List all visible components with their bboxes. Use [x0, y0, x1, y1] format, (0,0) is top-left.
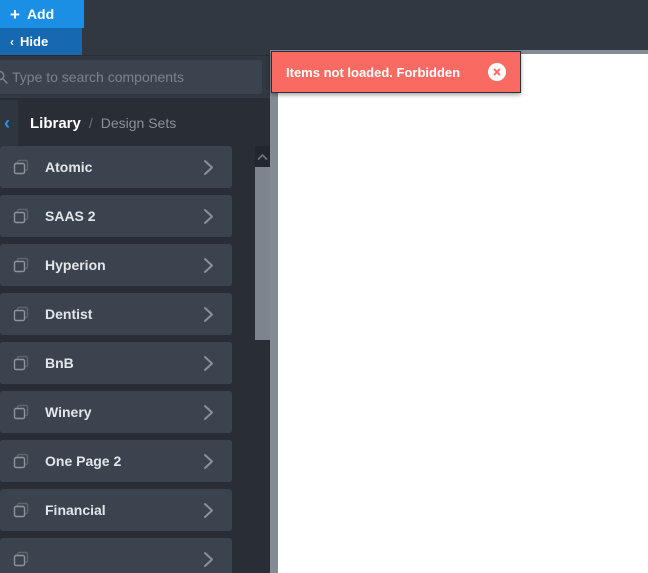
- chevron-right-icon: [203, 257, 214, 274]
- search-input[interactable]: [10, 69, 262, 85]
- search-icon: [0, 60, 10, 94]
- components-panel: + Add ‹ Hide ‹ Library / D: [0, 0, 270, 573]
- list-item[interactable]: BnB: [0, 342, 232, 384]
- duplicate-icon: [10, 450, 32, 472]
- app-window: + Add ‹ Hide ‹ Library / D: [0, 0, 648, 573]
- back-button[interactable]: ‹: [0, 100, 18, 146]
- scrollbar-thumb[interactable]: [255, 167, 270, 340]
- chevron-right-icon: [203, 355, 214, 372]
- breadcrumb: ‹ Library / Design Sets: [0, 100, 270, 146]
- breadcrumb-current: Library: [30, 114, 81, 132]
- plus-icon: +: [10, 4, 20, 24]
- list-item[interactable]: Winery: [0, 391, 232, 433]
- close-icon[interactable]: [488, 63, 506, 81]
- duplicate-icon: [10, 352, 32, 374]
- canvas-header: [270, 0, 648, 50]
- search-row: [0, 56, 270, 98]
- breadcrumb-separator: /: [88, 115, 93, 131]
- canvas-vertical-scrollbar[interactable]: [270, 54, 278, 573]
- hide-button[interactable]: ‹ Hide: [0, 28, 82, 55]
- error-notification: Items not loaded. Forbidden: [271, 51, 521, 93]
- add-button[interactable]: + Add: [0, 0, 84, 28]
- list-item[interactable]: One Page 2: [0, 440, 232, 482]
- list-item-label: BnB: [45, 355, 74, 371]
- list-item[interactable]: Hyperion: [0, 244, 232, 286]
- notification-message: Items not loaded. Forbidden: [286, 64, 461, 80]
- scroll-up-button[interactable]: [255, 146, 270, 167]
- duplicate-icon: [10, 499, 32, 521]
- add-button-label: Add: [26, 6, 55, 22]
- chevron-left-icon: ‹: [10, 34, 14, 49]
- list-item[interactable]: SAAS 2: [0, 195, 232, 237]
- list-item[interactable]: Financial: [0, 489, 232, 531]
- duplicate-icon: [10, 548, 32, 570]
- list-item[interactable]: Dentist: [0, 293, 232, 335]
- chevron-right-icon: [203, 453, 214, 470]
- duplicate-icon: [10, 205, 32, 227]
- duplicate-icon: [10, 303, 32, 325]
- list-item-label: Winery: [45, 404, 92, 420]
- chevron-right-icon: [203, 306, 214, 323]
- list-item-label: Hyperion: [45, 257, 106, 273]
- chevron-right-icon: [203, 208, 214, 225]
- panel-scrollbar[interactable]: [255, 146, 270, 573]
- list-item-label: One Page 2: [45, 453, 122, 469]
- list-item-label: Financial: [45, 502, 106, 518]
- breadcrumb-parent[interactable]: Design Sets: [101, 115, 176, 131]
- hide-button-label: Hide: [20, 34, 49, 49]
- design-sets-list: Atomic SAAS 2 Hyperion Dentist BnB Winer…: [0, 146, 255, 573]
- list-item-label: SAAS 2: [45, 208, 96, 224]
- list-item-label: Dentist: [45, 306, 93, 322]
- chevron-right-icon: [203, 551, 214, 568]
- chevron-right-icon: [203, 159, 214, 176]
- canvas-body[interactable]: [270, 54, 648, 573]
- duplicate-icon: [10, 401, 32, 423]
- duplicate-icon: [10, 254, 32, 276]
- list-item-label: Atomic: [45, 159, 93, 175]
- search-box[interactable]: [0, 60, 262, 94]
- list-item[interactable]: [0, 538, 232, 573]
- duplicate-icon: [10, 156, 32, 178]
- chevron-right-icon: [203, 502, 214, 519]
- chevron-right-icon: [203, 404, 214, 421]
- list-item[interactable]: Atomic: [0, 146, 232, 188]
